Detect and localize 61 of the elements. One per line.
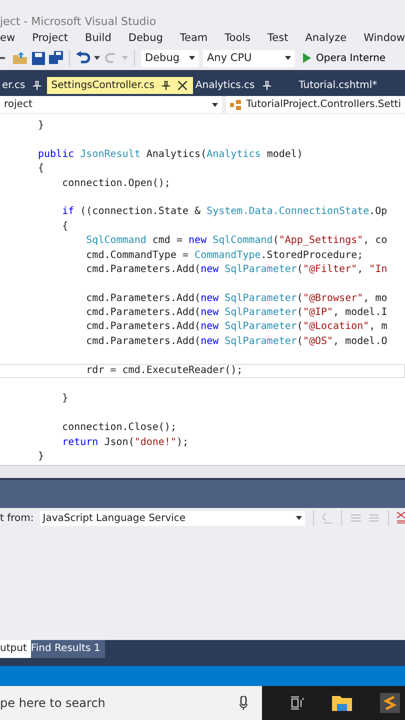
editor-app-icon[interactable] [380, 693, 400, 713]
code-editor[interactable] [0, 114, 405, 465]
code-line: cmd.Parameters.Add(new SqlParameter("@IP", model.I [85, 307, 388, 318]
caret-icon [296, 516, 302, 520]
caret-icon [212, 102, 218, 106]
window-title: ject - Microsoft Visual Studio [0, 15, 156, 28]
platform-dropdown[interactable]: Any CPU [203, 50, 295, 66]
menu-item[interactable]: Test [268, 32, 288, 44]
menu-item[interactable]: Debug [128, 32, 163, 44]
class-icon [230, 100, 242, 110]
code-line: } [61, 393, 68, 404]
panel-tab[interactable]: Find Results 1 [30, 640, 106, 658]
code-line: public JsonResult Analytics(Analytics model) [38, 148, 303, 160]
clear-all-icon[interactable] [397, 512, 405, 524]
output-source-label: t from: [0, 512, 34, 524]
caret-icon[interactable] [94, 56, 100, 60]
code-line: { [38, 163, 44, 174]
member-dropdown[interactable]: TutorialProject.Controllers.Setti [226, 96, 405, 113]
code-line: cmd.Parameters.Add(new SqlParameter("@Browser", mo [85, 292, 388, 304]
configuration-dropdown[interactable]: Debug [141, 50, 199, 66]
caret-icon [189, 56, 195, 60]
document-tab[interactable]: SettingsController.cs [47, 77, 194, 94]
code-line: if ((connection.State & System.Data.ConnectionState.Op [61, 206, 388, 218]
code-line: } [38, 450, 44, 462]
document-tab[interactable]: Tutorial.cshtml* [276, 77, 384, 94]
horizontal-scrollbar[interactable] [0, 465, 405, 478]
menu-item[interactable]: Tools [224, 32, 251, 44]
code-line: } [38, 120, 44, 131]
save-icon[interactable] [32, 52, 45, 64]
panel-tab[interactable]: utput [0, 640, 31, 658]
code-line: SqlCommand cmd = new SqlCommand("App_Settings", co [85, 235, 388, 246]
play-icon [303, 53, 311, 63]
run-button[interactable]: Opera Interne [299, 52, 386, 64]
menu-item[interactable]: Team [180, 32, 208, 44]
document-tab[interactable]: er.cs [0, 77, 48, 94]
close-icon[interactable] [178, 81, 188, 90]
code-line: { [61, 220, 68, 232]
menu-item[interactable]: ew [0, 32, 16, 44]
code-line: cmd.Parameters.Add(new SqlParameter("@OS", model.O [85, 336, 388, 347]
caret-icon [285, 56, 291, 60]
code-line: return Json("done!"); [61, 436, 189, 448]
save-all-icon[interactable] [49, 51, 63, 65]
code-line: connection.Close(); [61, 422, 176, 434]
code-line: cmd.Parameters.Add(new SqlParameter("@Filter", "In [85, 264, 388, 275]
search-field[interactable]: pe here to search [0, 686, 262, 720]
undo-icon[interactable] [76, 51, 90, 65]
task-view-icon[interactable] [290, 696, 304, 710]
microphone-icon[interactable] [239, 696, 248, 710]
code-line: cmd.Parameters.Add(new SqlParameter("@Location", m [85, 321, 388, 332]
menu-item[interactable]: Project [32, 32, 68, 44]
code-line: connection.Open(); [61, 178, 170, 189]
code-line: cmd.CommandType = CommandType.StoredProcedure; [85, 250, 364, 261]
document-tab[interactable]: Analytics.cs [193, 77, 277, 94]
menu-item[interactable]: Window [364, 32, 405, 44]
pin-icon[interactable] [162, 81, 170, 90]
project-dropdown[interactable]: roject [0, 96, 222, 113]
folder-icon[interactable] [332, 695, 352, 711]
code-line: rdr = cmd.ExecuteReader(); [85, 364, 243, 376]
menu-item[interactable]: Build [85, 32, 112, 44]
menu-item[interactable]: Analyze [305, 32, 347, 44]
output-source-dropdown[interactable]: JavaScript Language Service [40, 510, 305, 526]
